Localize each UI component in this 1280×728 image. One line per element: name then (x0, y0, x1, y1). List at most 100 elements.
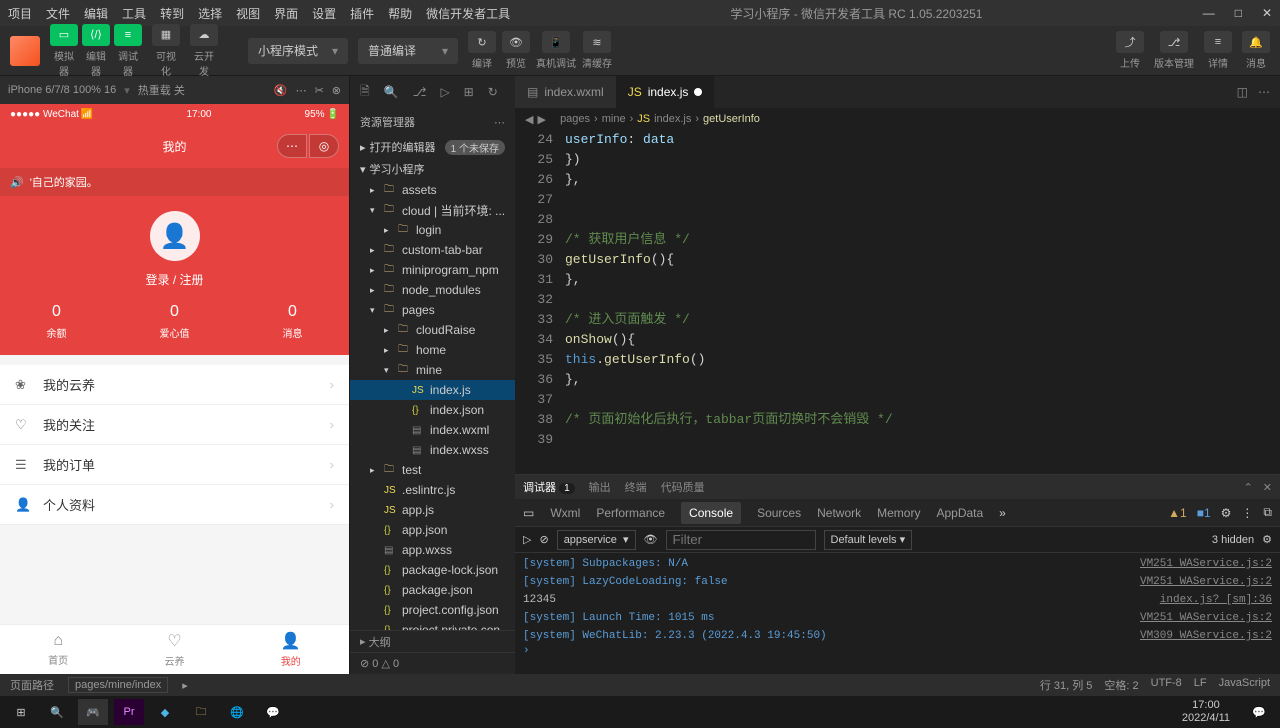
compile-select[interactable]: 普通编译▾ (358, 38, 458, 64)
tab-network[interactable]: Network (817, 506, 861, 520)
notice-bar[interactable]: 🔊 '自己的家园。 (0, 168, 349, 196)
encoding[interactable]: UTF-8 (1151, 677, 1182, 693)
menu-转到[interactable]: 转到 (160, 5, 184, 22)
search-icon[interactable]: 🔍 (384, 85, 399, 99)
tree-miniprogram_npm[interactable]: ▸🗀miniprogram_npm (350, 260, 515, 280)
dt-tab-终端[interactable]: 终端 (625, 475, 647, 499)
tree-mine[interactable]: ▾🗀mine (350, 360, 515, 380)
upload-button[interactable]: ⤴ (1116, 31, 1144, 53)
menu-设置[interactable]: 设置 (312, 5, 336, 22)
app-icon[interactable]: 🎮 (78, 699, 108, 725)
tab-index-js[interactable]: JSindex.js (616, 76, 715, 108)
device-select[interactable]: iPhone 6/7/8 100% 16 (8, 84, 116, 96)
clear-cache-button[interactable]: ≋ (583, 31, 611, 53)
mute-icon[interactable]: 🔇 (274, 84, 288, 97)
menu-界面[interactable]: 界面 (274, 5, 298, 22)
hot-reload-toggle[interactable]: 热重载 关 (138, 82, 185, 98)
clock[interactable]: 17:00 2022/4/11 (1174, 699, 1238, 725)
tree-index.json[interactable]: {}index.json (350, 400, 515, 420)
indent-setting[interactable]: 空格: 2 (1104, 677, 1138, 693)
maximize-icon[interactable]: □ (1235, 6, 1242, 20)
dt-tab-调试器[interactable]: 调试器 1 (523, 475, 575, 500)
tree-node_modules[interactable]: ▸🗀node_modules (350, 280, 515, 300)
popout-icon[interactable]: ⧉ (1263, 505, 1272, 520)
details-button[interactable]: ≡ (1204, 31, 1232, 53)
tree-index.wxml[interactable]: ▤index.wxml (350, 420, 515, 440)
eye-icon[interactable]: 👁 (644, 533, 658, 546)
refresh-icon[interactable]: ↻ (488, 85, 498, 99)
vscode-icon[interactable]: ◆ (150, 699, 180, 725)
context-select[interactable]: appservice ▾ (557, 530, 636, 550)
menu-编辑[interactable]: 编辑 (84, 5, 108, 22)
visualize-button[interactable]: ▦ (152, 24, 180, 46)
panel-close-icon[interactable]: ✕ (1263, 481, 1272, 494)
hidden-count[interactable]: 3 hidden (1212, 534, 1254, 546)
explorer-more-icon[interactable]: ⋯ (494, 116, 505, 129)
close-icon[interactable]: ✕ (1262, 6, 1272, 20)
version-button[interactable]: ⎇ (1160, 31, 1188, 53)
stat-item[interactable]: 0余额 (47, 303, 67, 340)
menu-文件[interactable]: 文件 (46, 5, 70, 22)
split-icon[interactable]: ◫ (1237, 85, 1248, 99)
compile-button[interactable]: ↻ (468, 31, 496, 53)
dt-tab-代码质量[interactable]: 代码质量 (661, 475, 705, 499)
mode-select[interactable]: 小程序模式▾ (248, 38, 348, 64)
tab-我的[interactable]: 👤我的 (233, 625, 349, 674)
elements-icon[interactable]: ▭ (523, 506, 534, 520)
problems-section[interactable]: ⊘ 0 △ 0 (350, 652, 515, 674)
wechat-icon[interactable]: 💬 (258, 699, 288, 725)
info-count[interactable]: ■1 (1197, 506, 1211, 520)
preview-button[interactable]: 👁 (502, 31, 530, 53)
filter-input[interactable] (666, 530, 816, 550)
tree-project.config.json[interactable]: {}project.config.json (350, 600, 515, 620)
add-page-icon[interactable]: ▸ (182, 679, 188, 692)
sim-more-icon[interactable]: ⋯ (296, 84, 307, 97)
tree-package.json[interactable]: {}package.json (350, 580, 515, 600)
tree-package-lock.json[interactable]: {}package-lock.json (350, 560, 515, 580)
eol[interactable]: LF (1194, 677, 1207, 693)
more-tabs-icon[interactable]: » (999, 506, 1006, 520)
tree-custom-tab-bar[interactable]: ▸🗀custom-tab-bar (350, 240, 515, 260)
console-log[interactable]: [system] Subpackages: N/AVM251 WAService… (515, 553, 1280, 674)
tab-appdata[interactable]: AppData (936, 506, 983, 520)
profile-avatar[interactable]: 👤 (150, 211, 200, 261)
user-avatar[interactable] (10, 36, 40, 66)
menu-微信开发者工具[interactable]: 微信开发者工具 (426, 5, 510, 22)
list-item[interactable]: 👤个人资料› (0, 485, 349, 525)
git-icon[interactable]: ⎇ (413, 85, 427, 99)
chrome-icon[interactable]: 🌐 (222, 699, 252, 725)
premiere-icon[interactable]: Pr (114, 699, 144, 725)
settings-icon[interactable]: ⚙ (1221, 506, 1232, 520)
capsule-menu-icon[interactable]: ⋯ (277, 134, 307, 158)
folder-icon[interactable]: 🗀 (186, 699, 216, 725)
tree-app.json[interactable]: {}app.json (350, 520, 515, 540)
messages-button[interactable]: 🔔 (1242, 31, 1270, 53)
dock-icon[interactable]: ⋮ (1241, 506, 1253, 520)
tab-memory[interactable]: Memory (877, 506, 920, 520)
gear-icon[interactable]: ⚙ (1262, 533, 1272, 546)
tree-cloudRaise[interactable]: ▸🗀cloudRaise (350, 320, 515, 340)
notification-icon[interactable]: 💬 (1244, 699, 1274, 725)
clear-console-icon[interactable]: ⊘ (539, 533, 548, 546)
menu-插件[interactable]: 插件 (350, 5, 374, 22)
list-item[interactable]: ❀我的云养› (0, 365, 349, 405)
play-icon[interactable]: ▷ (523, 533, 531, 546)
menu-选择[interactable]: 选择 (198, 5, 222, 22)
tree-home[interactable]: ▸🗀home (350, 340, 515, 360)
menu-视图[interactable]: 视图 (236, 5, 260, 22)
language[interactable]: JavaScript (1219, 677, 1270, 693)
warning-count[interactable]: ▲1 (1168, 506, 1187, 520)
levels-select[interactable]: Default levels ▾ (824, 530, 913, 550)
minimize-icon[interactable]: — (1203, 6, 1215, 20)
code-area[interactable]: 24252627282930313233343536373839 userInf… (515, 130, 1280, 474)
debug-icon[interactable]: ▷ (440, 85, 449, 99)
route-value[interactable]: pages/mine/index (68, 677, 168, 693)
tab-wxml[interactable]: Wxml (550, 506, 580, 520)
ext-icon[interactable]: ⊞ (464, 85, 474, 99)
cloud-button[interactable]: ☁ (190, 24, 218, 46)
panel-up-icon[interactable]: ⌃ (1244, 481, 1253, 494)
cursor-pos[interactable]: 行 31, 列 5 (1040, 677, 1093, 693)
list-item[interactable]: ♡我的关注› (0, 405, 349, 445)
outline-section[interactable]: ▸ 大纲 (350, 630, 515, 652)
tab-sources[interactable]: Sources (757, 506, 801, 520)
